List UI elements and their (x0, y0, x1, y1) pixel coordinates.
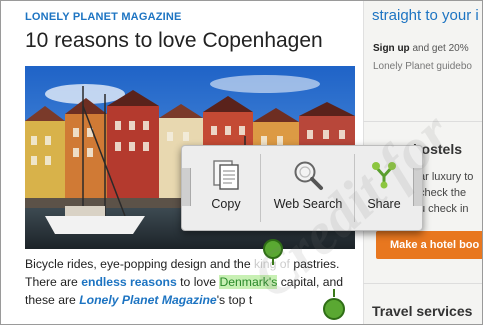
text-selection-popup: Copy Web Search Share (181, 145, 423, 231)
magazine-kicker[interactable]: LONELY PLANET MAGAZINE (25, 11, 182, 23)
popup-left-edge (182, 168, 191, 206)
copy-label: Copy (211, 197, 241, 211)
popup-right-edge (413, 168, 422, 206)
hostels-description: ar luxury to check the u check in (419, 169, 473, 217)
selection-end-handle[interactable] (321, 289, 347, 324)
hostels-line-3: u check in (419, 203, 469, 215)
share-label: Share (367, 197, 401, 211)
hostels-line-1: ar luxury to (419, 171, 474, 183)
article-title: 10 reasons to love Copenhagen (25, 29, 323, 52)
selected-text[interactable]: Denmark's (219, 275, 278, 289)
signup-rest: and get 20% (409, 43, 469, 54)
endless-reasons-link[interactable]: endless reasons (81, 275, 177, 289)
body-text-1: Bicycle rides, eye-popping design and th… (25, 257, 254, 271)
make-hotel-booking-button[interactable]: Make a hotel boo (376, 231, 482, 259)
signup-bold[interactable]: Sign up (373, 43, 410, 54)
popup-separator-2 (354, 154, 355, 222)
share-button[interactable]: Share (356, 156, 412, 220)
copy-button[interactable]: Copy (192, 156, 260, 220)
magnifier-icon (291, 158, 325, 197)
body-text-5: 's top t (216, 293, 253, 307)
article-body: Bicycle rides, eye-popping design and th… (25, 255, 360, 309)
popup-separator (260, 154, 261, 222)
hostels-line-2: check the (419, 187, 467, 199)
sidebar-divider (363, 121, 482, 122)
guidebooks-text: Lonely Planet guidebo (373, 61, 472, 72)
selection-start-handle[interactable] (262, 239, 284, 270)
sidebar-divider-2 (363, 283, 482, 284)
body-text-3: to love (176, 275, 220, 289)
copy-icon (211, 158, 241, 197)
browser-page: LONELY PLANET MAGAZINE 10 reasons to lov… (0, 0, 483, 325)
travel-services-heading: Travel services (372, 303, 473, 319)
lonely-planet-magazine-link[interactable]: Lonely Planet Magazine (79, 293, 216, 307)
sidebar-headline[interactable]: straight to your i (372, 7, 479, 24)
signup-promo: Sign up and get 20% (373, 43, 469, 54)
web-search-label: Web Search (273, 197, 343, 211)
share-icon (368, 158, 400, 195)
web-search-button[interactable]: Web Search (262, 156, 354, 220)
